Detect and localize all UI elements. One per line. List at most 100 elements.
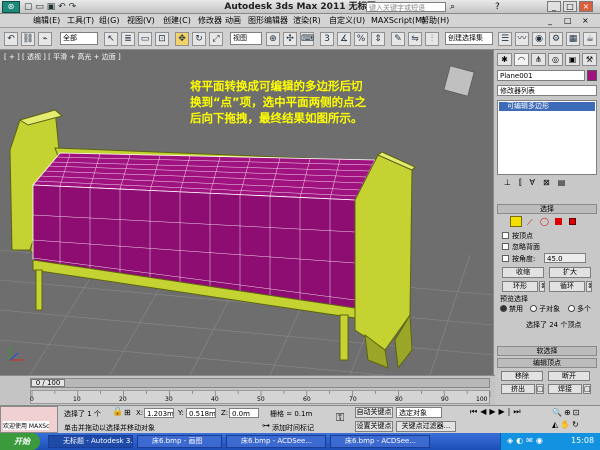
reference-coordinate-dropdown[interactable]: 视图 [230,32,262,45]
stack-item-editable-poly[interactable]: 可编辑多边形 [499,102,595,111]
go-to-start-icon[interactable]: ⏮ [470,407,480,416]
edge-mode-icon[interactable]: ⟋ [527,218,533,228]
link-icon[interactable]: ⛓ [21,32,35,46]
go-to-end-icon[interactable]: ⏭ [513,407,523,416]
modifier-list-dropdown[interactable]: 修改器列表 [497,85,597,96]
menu-edit[interactable]: 编辑(E) [30,14,63,28]
menu-customize[interactable]: 自定义(U) [326,14,368,28]
render-icon[interactable]: ☕ [583,32,597,46]
orbit-icon[interactable]: ↻ [572,420,581,429]
object-color-swatch[interactable] [587,70,597,81]
remove-button[interactable]: 移除 [501,371,543,381]
snap-toggle-icon[interactable]: 3 [320,32,334,46]
key-filters-button[interactable]: 关键点过滤器... [396,421,456,432]
zoom-icon[interactable]: 🔍 [552,408,564,417]
start-button[interactable]: 开始 [0,433,40,450]
render-frame-icon[interactable]: ▦ [566,32,580,46]
motion-tab-icon[interactable]: ◎ [548,53,563,66]
display-tab-icon[interactable]: ▣ [565,53,580,66]
y-coordinate-field[interactable]: 0.518m [186,408,216,418]
z-coordinate-field[interactable]: 0.0m [229,408,259,418]
taskbar-item-acdsee[interactable]: 床6.bmp - ACDSee... [226,435,326,448]
maxscript-listener[interactable]: 欢迎使用 MAXSc [0,406,58,433]
maximize-button[interactable]: □ [563,1,577,12]
align-icon[interactable]: ⫶ [425,32,439,46]
time-slider[interactable]: 0 / 100 [30,378,490,388]
mirror-icon[interactable]: ⇋ [408,32,422,46]
angle-snap-icon[interactable]: ∡ [337,32,351,46]
tray-icons[interactable]: ◈◐✉◉ [507,436,546,445]
set-key-button[interactable]: 设置关键点 [355,421,393,432]
loop-spinner[interactable]: ⇕ [586,281,593,292]
shrink-button[interactable]: 收缩 [502,267,544,278]
field-of-view-icon[interactable]: ◭ [552,420,560,429]
time-tag-icon[interactable]: ⊶ [262,421,270,430]
search-icon[interactable]: ⌕ [450,0,455,14]
menu-tools[interactable]: 工具(T) [64,14,97,28]
border-mode-icon[interactable]: ◯ [540,217,549,226]
menu-views[interactable]: 视图(V) [124,14,158,28]
angle-spinner[interactable]: 45.0 [544,253,586,263]
pin-stack-icon[interactable]: ⊥ [504,178,519,187]
selection-filter-dropdown[interactable]: 全部 [60,32,98,45]
menu-graph-editors[interactable]: 图形编辑器 [245,14,291,28]
ignore-backfacing-checkbox[interactable] [502,243,509,250]
menu-rendering[interactable]: 渲染(R) [290,14,324,28]
hierarchy-tab-icon[interactable]: ⋔ [531,53,546,66]
grow-button[interactable]: 扩大 [549,267,591,278]
layer-manager-icon[interactable]: ☰ [498,32,512,46]
multi-radio[interactable] [568,305,575,312]
sub-object-radio[interactable] [530,305,537,312]
weld-settings-button[interactable]: □ [583,384,591,394]
select-and-move-icon[interactable]: ✥ [175,32,189,46]
undo-toolbar-icon[interactable]: ↶ [4,32,18,46]
unlink-icon[interactable]: ⌁ [38,32,52,46]
soft-selection-rollout[interactable]: 软选择 [497,346,597,356]
by-angle-checkbox[interactable] [502,255,509,262]
ring-button[interactable]: 环形 [502,281,538,292]
help-icon[interactable]: ? [495,0,500,14]
menu-group[interactable]: 组(G) [96,14,122,28]
element-mode-icon[interactable] [569,218,576,225]
extrude-settings-button[interactable]: □ [536,384,544,394]
edit-named-selection-icon[interactable]: ✎ [391,32,405,46]
window-crossing-icon[interactable]: ⊡ [155,32,169,46]
named-selection-set-dropdown[interactable]: 创建选择集 [445,32,493,45]
vertex-mode-icon[interactable] [510,216,522,227]
utilities-tab-icon[interactable]: ⚒ [582,53,597,66]
keyboard-shortcut-icon[interactable]: ⌨ [300,32,314,46]
remove-modifier-icon[interactable]: ⊠ [543,178,558,187]
minimize-button[interactable]: _ [547,1,561,12]
lock-selection-icon[interactable]: 🔒 [112,407,123,417]
menu-help[interactable]: 帮助(H) [418,14,452,28]
show-end-result-icon[interactable]: ⫿ [519,178,530,187]
play-icon[interactable]: ▶ [489,407,498,416]
add-time-tag[interactable]: 添加时间标记 [272,423,314,433]
zoom-extents-icon[interactable]: ⊡ [573,408,582,417]
next-frame-icon[interactable]: ▶| [499,407,514,416]
absolute-mode-icon[interactable]: ⊞ [124,408,131,417]
extrude-button[interactable]: 挤出 [501,384,535,394]
spinner-snap-icon[interactable]: ⇕ [371,32,385,46]
previous-frame-icon[interactable]: ◀ [480,407,489,416]
make-unique-icon[interactable]: ∀ [530,178,543,187]
create-tab-icon[interactable]: ✱ [497,53,512,66]
select-object-icon[interactable]: ↖ [104,32,118,46]
modify-tab-icon[interactable]: ◠ [514,53,529,66]
perspective-viewport[interactable]: [ + ] [ 透视 ] [ 平滑 + 高光 + 边面 ] 将平面转换成可编辑的… [0,50,493,375]
select-by-name-icon[interactable]: ≣ [121,32,135,46]
break-button[interactable]: 断开 [548,371,590,381]
taskbar-item-acdsee-2[interactable]: 床6.bmp - ACDSee... [330,435,430,448]
select-manipulate-icon[interactable]: ✣ [283,32,297,46]
menu-close-icon[interactable]: × [582,16,589,25]
menu-restore-icon[interactable]: □ [564,16,572,25]
selected-object-dropdown[interactable]: 选定对象 [396,407,442,418]
x-coordinate-field[interactable]: 1.203m [144,408,174,418]
zoom-all-icon[interactable]: ⊕ [564,408,573,417]
configure-sets-icon[interactable]: ▤ [558,178,574,187]
polygon-mode-icon[interactable] [555,218,562,225]
material-editor-icon[interactable]: ◉ [532,32,546,46]
time-slider-handle[interactable]: 0 / 100 [31,379,65,387]
disabled-radio[interactable] [500,305,507,312]
edit-vertices-rollout[interactable]: 编辑顶点 [497,358,597,368]
